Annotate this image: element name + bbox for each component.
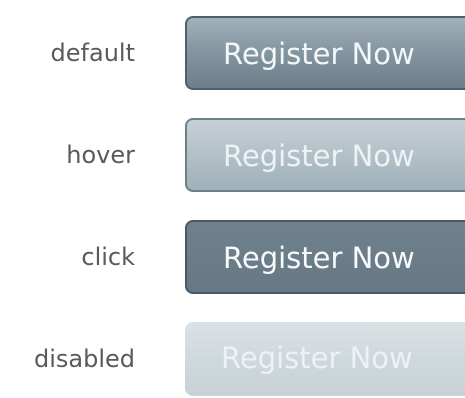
state-row-default: default Register Now [0, 16, 465, 90]
state-label-click: click [81, 243, 135, 271]
state-label-disabled: disabled [33, 345, 135, 373]
state-row-click: click Register Now [0, 220, 465, 294]
register-now-button-click[interactable]: Register Now [185, 220, 465, 294]
state-label-default: default [50, 39, 135, 67]
register-now-button-default[interactable]: Register Now [185, 16, 465, 90]
register-now-button-disabled: Register Now [185, 322, 465, 396]
state-row-disabled: disabled Register Now [0, 322, 465, 396]
state-row-hover: hover Register Now [0, 118, 465, 192]
register-now-button-hover[interactable]: Register Now [185, 118, 465, 192]
state-label-hover: hover [66, 141, 135, 169]
